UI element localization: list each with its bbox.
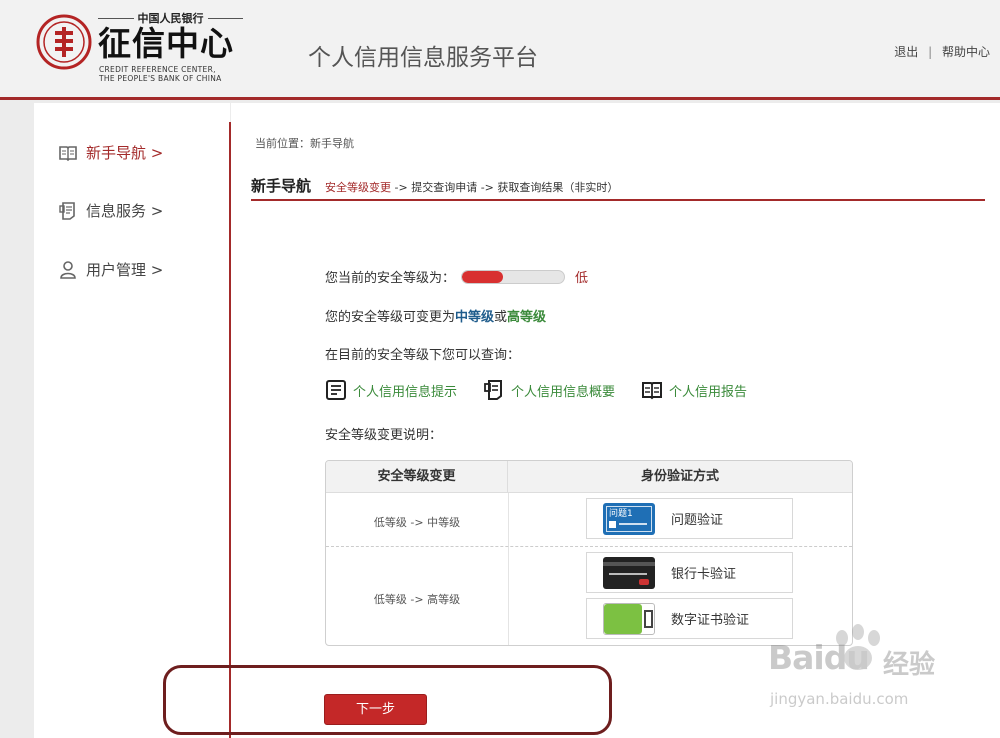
level-medium-link[interactable]: 中等级 <box>455 306 494 325</box>
method-bankcard: 银行卡验证 <box>586 552 793 593</box>
watermark-url: jingyan.baidu.com <box>770 690 909 708</box>
query-links: 个人信用信息提示 个人信用信息概要 个人信用报告 <box>325 379 747 401</box>
step-rest: -> 提交查询申请 -> 获取查询结果（非实时） <box>391 181 619 194</box>
method-cert-label: 数字证书验证 <box>671 613 750 628</box>
header: 中国人民银行 征信中心 CREDIT REFERENCE CENTER, THE… <box>0 0 1000 100</box>
security-change-row: 您的安全等级可变更为 中等级或高等级 <box>325 306 546 325</box>
security-level-table: 安全等级变更 身份验证方式 低等级 -> 中等级 问题1 问题验证 低等级 ->… <box>325 460 853 646</box>
method-question: 问题1 问题验证 <box>586 498 793 539</box>
sidebar: 新手导航 > 信息服务 > 用户管理 > <box>34 103 230 738</box>
platform-title: 个人信用信息服务平台 <box>308 45 538 71</box>
sidebar-item-label: 信息服务 > <box>86 202 164 220</box>
level-high-link[interactable]: 高等级 <box>507 306 546 325</box>
link-separator: | <box>928 45 933 59</box>
sidebar-item-info-service[interactable]: 信息服务 > <box>58 200 163 221</box>
security-level-fill <box>462 270 503 283</box>
report-book-icon <box>642 382 663 400</box>
row2-change: 低等级 -> 高等级 <box>373 593 461 606</box>
change-prefix: 您的安全等级可变更为 <box>325 310 456 325</box>
change-or: 或 <box>494 310 508 325</box>
org-english-line-2: THE PEOPLE'S BANK OF CHINA <box>99 74 222 83</box>
sidebar-item-user-management[interactable]: 用户管理 > <box>58 259 163 280</box>
sidebar-item-label: 新手导航 > <box>86 144 164 162</box>
method-bankcard-label: 银行卡验证 <box>671 567 737 582</box>
top-links: 退出 | 帮助中心 <box>894 43 990 60</box>
sidebar-main-divider <box>229 122 231 738</box>
credit-report-link[interactable]: 个人信用报告 <box>641 379 747 401</box>
usb-key-icon <box>603 602 655 635</box>
method-question-label: 问题验证 <box>671 513 724 528</box>
column-divider <box>508 493 509 645</box>
section-title: 新手导航 <box>251 177 312 195</box>
table-header: 安全等级变更 身份验证方式 <box>326 461 852 493</box>
query-link-label: 个人信用信息概要 <box>511 384 616 400</box>
sidebar-item-newbie-guide[interactable]: 新手导航 > <box>58 142 163 163</box>
method-cert: 数字证书验证 <box>586 598 793 639</box>
baidu-watermark: Baidu 经验 jingyan.baidu.com <box>768 624 958 720</box>
document-icon <box>59 201 75 220</box>
credit-center-seal-icon <box>36 14 92 70</box>
question-card-icon: 问题1 <box>603 502 655 535</box>
watermark-cn: 经验 <box>883 650 936 680</box>
bank-card-icon <box>603 556 655 589</box>
section-header: 新手导航 安全等级变更 -> 提交查询申请 -> 获取查询结果（非实时） <box>251 175 985 201</box>
credit-info-tip-link[interactable]: 个人信用信息提示 <box>325 379 457 401</box>
query-intro-row: 在目前的安全等级下您可以查询： <box>325 344 520 363</box>
query-link-label: 个人信用信息提示 <box>353 384 458 400</box>
logout-link[interactable]: 退出 <box>894 45 918 59</box>
security-level-label: 您当前的安全等级为： <box>325 271 456 286</box>
security-level-row: 您当前的安全等级为： 低 <box>325 267 588 286</box>
help-center-link[interactable]: 帮助中心 <box>942 45 990 59</box>
report-tip-icon <box>326 380 346 400</box>
breadcrumb: 当前位置：新手导航 <box>255 137 354 150</box>
query-link-label: 个人信用报告 <box>669 384 748 400</box>
query-intro-label: 在目前的安全等级下您可以查询： <box>325 348 521 363</box>
org-english-line-1: CREDIT REFERENCE CENTER, <box>99 65 216 74</box>
step-current: 安全等级变更 <box>325 181 392 194</box>
book-icon <box>59 145 77 161</box>
security-level-bar <box>461 269 566 284</box>
org-english-name: CREDIT REFERENCE CENTER, THE PEOPLE'S BA… <box>99 65 222 83</box>
column-header-method: 身份验证方式 <box>640 469 719 484</box>
org-name: 征信中心 <box>98 24 234 63</box>
step-flow: 安全等级变更 -> 提交查询申请 -> 获取查询结果（非实时） <box>325 179 618 195</box>
user-icon <box>60 260 76 279</box>
sidebar-item-label: 用户管理 > <box>86 261 164 279</box>
security-level-value: 低 <box>575 271 589 286</box>
question-badge: 问题1 <box>609 508 633 519</box>
row-divider <box>326 546 852 547</box>
explain-label: 安全等级变更说明： <box>325 428 443 443</box>
column-header-change: 安全等级变更 <box>326 461 508 493</box>
report-summary-icon <box>484 380 503 400</box>
explain-row: 安全等级变更说明： <box>325 424 442 443</box>
highlight-annotation <box>163 665 612 735</box>
watermark-logo: Baidu <box>768 638 870 677</box>
row1-change: 低等级 -> 中等级 <box>373 516 461 529</box>
credit-info-summary-link[interactable]: 个人信用信息概要 <box>483 379 615 401</box>
